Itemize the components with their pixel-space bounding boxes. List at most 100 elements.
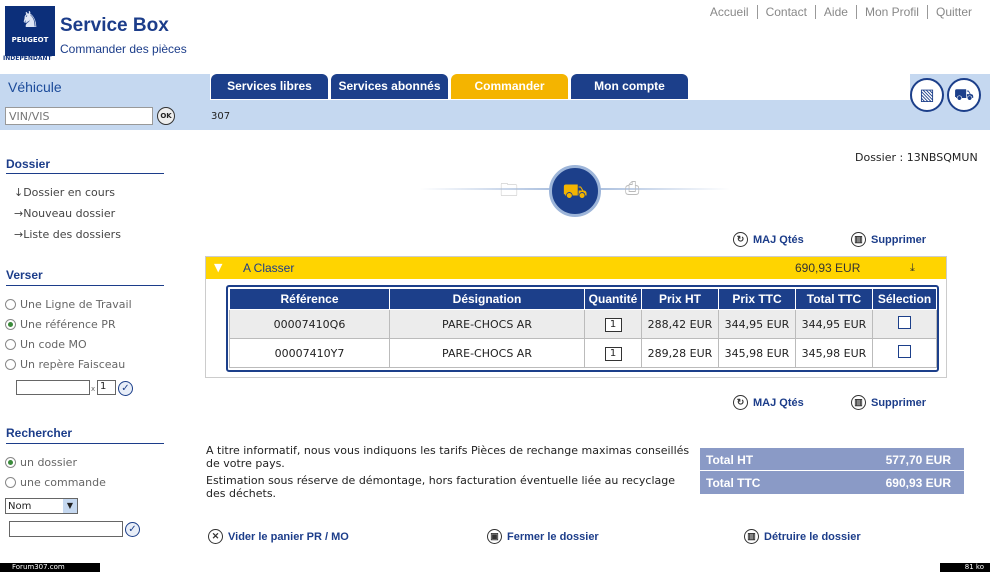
link-contact[interactable]: Contact: [756, 5, 815, 19]
link-accueil[interactable]: Accueil: [702, 5, 757, 19]
cell-prix-ttc: 344,95 EUR: [718, 309, 796, 339]
radio-ligne-travail[interactable]: Une Ligne de Travail: [5, 298, 132, 311]
maj-qtes-button-top[interactable]: ↻ MAJ Qtés: [733, 232, 804, 247]
vider-panier-button[interactable]: ✕ Vider le panier PR / MO: [208, 529, 349, 544]
action-label: Détruire le dossier: [764, 530, 861, 543]
cart-total: 690,93 EUR: [795, 261, 861, 275]
cell-designation: PARE-CHOCS AR: [389, 309, 585, 339]
cell-reference: 00007410Y7: [229, 338, 390, 368]
app-title: Service Box: [60, 15, 169, 36]
tab-services-libres[interactable]: Services libres: [211, 74, 328, 99]
total-ht-row: Total HT 577,70 EUR: [706, 453, 951, 467]
radio-code-mo[interactable]: Un code MO: [5, 338, 87, 351]
search-validate-icon[interactable]: ✓: [125, 522, 140, 537]
action-label: Vider le panier PR / MO: [228, 530, 349, 543]
total-ttc-row: Total TTC 690,93 EUR: [706, 476, 951, 490]
verser-reference-input[interactable]: [16, 380, 90, 395]
radio-dot-checked[interactable]: [5, 457, 16, 468]
action-label: Supprimer: [871, 233, 927, 246]
cell-designation: PARE-CHOCS AR: [389, 338, 585, 368]
search-type-select[interactable]: Nom ▼: [5, 498, 78, 514]
radio-reference-pr[interactable]: Une référence PR: [5, 318, 116, 331]
cell-prix-ttc: 345,98 EUR: [718, 338, 796, 368]
basket-icon[interactable]: ⛟: [947, 78, 981, 112]
vehicle-model: 307: [211, 111, 231, 122]
rechercher-heading: Rechercher: [6, 426, 73, 440]
basket-step-icon: ⛟: [549, 165, 601, 217]
radio-label: une commande: [20, 476, 106, 489]
supprimer-button-bottom[interactable]: ▥ Supprimer: [851, 395, 926, 410]
radio-une-commande[interactable]: une commande: [5, 476, 106, 489]
cell-quantite: 1: [584, 309, 642, 339]
info-note: A titre informatif, nous vous indiquons …: [206, 444, 690, 470]
save-icon: ▣: [487, 529, 502, 544]
printer-icon: ⎙: [625, 178, 640, 199]
tab-mon-compte[interactable]: Mon compte: [571, 74, 688, 99]
top-links: Accueil Contact Aide Mon Profil Quitter: [702, 5, 980, 19]
link-dossier-en-cours[interactable]: ↓Dossier en cours: [14, 186, 115, 199]
folder-icon: 🗀: [500, 180, 518, 201]
link-quitter[interactable]: Quitter: [926, 5, 980, 19]
col-prix-ht: Prix HT: [641, 288, 719, 310]
supprimer-button-top[interactable]: ▥ Supprimer: [851, 232, 926, 247]
logo-subtitle: INDEPENDANT: [3, 55, 52, 62]
col-designation: Désignation: [389, 288, 585, 310]
radio-label: Un code MO: [20, 338, 87, 351]
radio-label: Une référence PR: [20, 318, 116, 331]
verser-qty-input[interactable]: 1: [97, 380, 116, 395]
radio-un-dossier[interactable]: un dossier: [5, 456, 77, 469]
maj-qtes-button-bottom[interactable]: ↻ MAJ Qtés: [733, 395, 804, 410]
catalog-icon[interactable]: ▧: [910, 78, 944, 112]
table-row: 00007410Q6 PARE-CHOCS AR 1 288,42 EUR 34…: [229, 309, 937, 339]
verser-heading: Verser: [6, 268, 43, 282]
radio-label: Un repère Faisceau: [20, 358, 126, 371]
cell-selection: [872, 338, 937, 368]
vin-ok-button[interactable]: OK: [157, 107, 175, 125]
link-mon-profil[interactable]: Mon Profil: [855, 5, 927, 19]
table-row: 00007410Y7 PARE-CHOCS AR 1 289,28 EUR 34…: [229, 338, 937, 368]
close-icon: ✕: [208, 529, 223, 544]
search-input[interactable]: [9, 521, 123, 537]
radio-dot-checked[interactable]: [5, 319, 16, 330]
detruire-dossier-button[interactable]: ▥ Détruire le dossier: [744, 529, 861, 544]
refresh-icon: ↻: [733, 232, 748, 247]
radio-dot[interactable]: [5, 477, 16, 488]
dossier-heading: Dossier: [6, 157, 51, 171]
action-label: Supprimer: [871, 396, 927, 409]
vin-input[interactable]: [5, 107, 153, 125]
selection-checkbox[interactable]: [898, 345, 911, 358]
link-liste-dossiers[interactable]: →Liste des dossiers: [14, 228, 121, 241]
divider: [6, 443, 164, 444]
radio-label: un dossier: [20, 456, 77, 469]
divider: [700, 470, 964, 471]
radio-dot[interactable]: [5, 299, 16, 310]
total-ht-label: Total HT: [706, 453, 754, 467]
divider: [6, 285, 164, 286]
chevron-down-icon[interactable]: ▼: [63, 499, 77, 513]
verser-validate-icon[interactable]: ✓: [118, 381, 133, 396]
link-aide[interactable]: Aide: [814, 5, 856, 19]
radio-dot[interactable]: [5, 359, 16, 370]
arrow-down-icon[interactable]: ▼: [214, 261, 222, 274]
fermer-dossier-button[interactable]: ▣ Fermer le dossier: [487, 529, 599, 544]
tab-commander[interactable]: Commander: [451, 74, 568, 99]
status-left: Forum307.com: [0, 563, 100, 572]
selection-checkbox[interactable]: [898, 316, 911, 329]
cart-table: Référence Désignation Quantité Prix HT P…: [229, 288, 937, 368]
divider: [6, 173, 164, 174]
col-reference: Référence: [229, 288, 390, 310]
quantity-input[interactable]: 1: [604, 317, 622, 332]
radio-dot[interactable]: [5, 339, 16, 350]
cell-prix-ht: 289,28 EUR: [641, 338, 719, 368]
tab-services-abonnes[interactable]: Services abonnés: [331, 74, 448, 99]
total-ht-value: 577,70 EUR: [885, 453, 951, 467]
download-icon[interactable]: ⤓: [910, 261, 915, 275]
radio-repere-faisceau[interactable]: Un repère Faisceau: [5, 358, 125, 371]
status-bar: [0, 562, 990, 573]
trash-icon: ▥: [851, 395, 866, 410]
quantity-input[interactable]: 1: [604, 346, 622, 361]
cell-total-ttc: 345,98 EUR: [795, 338, 873, 368]
logo-text: PEUGEOT: [11, 36, 49, 44]
action-label: Fermer le dossier: [507, 530, 599, 543]
link-nouveau-dossier[interactable]: →Nouveau dossier: [14, 207, 115, 220]
